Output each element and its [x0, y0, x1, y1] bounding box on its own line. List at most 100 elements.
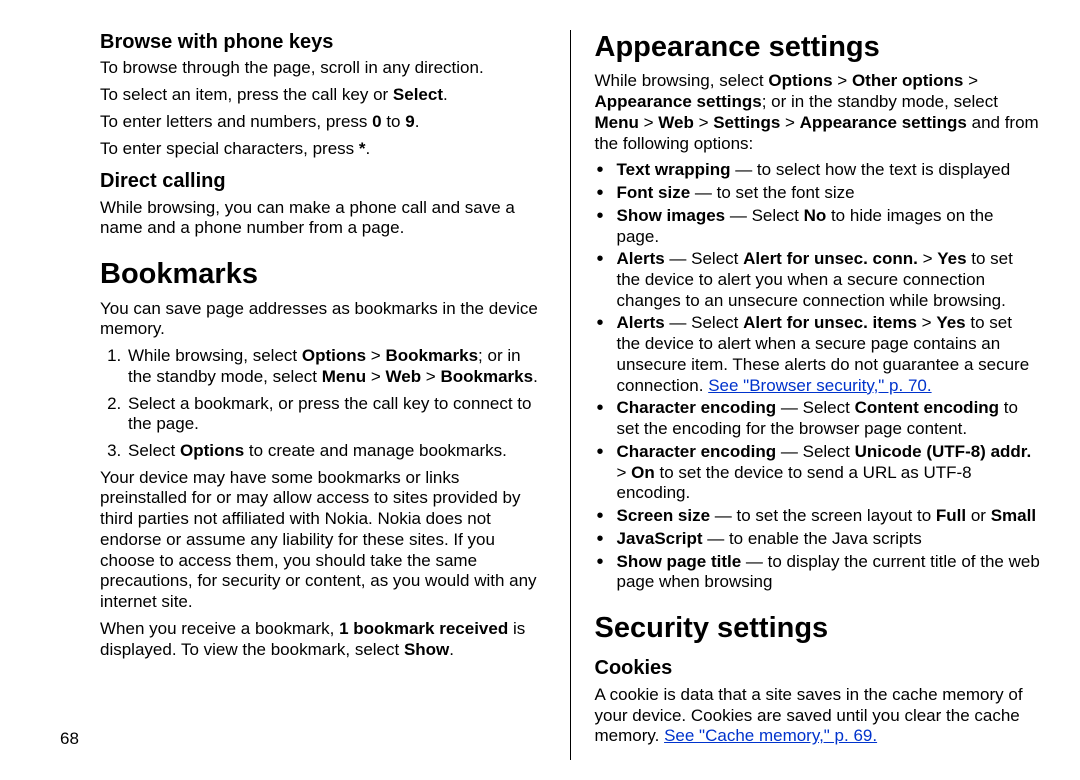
paragraph: To browse through the page, scroll in an…: [100, 58, 546, 79]
bold-text: Character encoding: [617, 398, 777, 417]
text: >: [639, 113, 658, 132]
text: — Select: [776, 442, 854, 461]
text: — to set the screen layout to: [710, 506, 936, 525]
text: — to enable the Java scripts: [703, 529, 922, 548]
bold-text: Options: [302, 346, 366, 365]
bold-text: Web: [386, 367, 422, 386]
paragraph: To enter letters and numbers, press 0 to…: [100, 112, 546, 133]
text: While browsing, select: [128, 346, 302, 365]
bold-text: Text wrapping: [617, 160, 731, 179]
text: To enter special characters, press: [100, 139, 359, 158]
text: — to select how the text is displayed: [730, 160, 1010, 179]
bold-text: Menu: [322, 367, 366, 386]
bold-text: 1 bookmark received: [339, 619, 508, 638]
bold-text: Alert for unsec. items: [743, 313, 917, 332]
paragraph: You can save page addresses as bookmarks…: [100, 299, 546, 340]
bold-text: Menu: [595, 113, 639, 132]
list-item: Show images — Select No to hide images o…: [595, 206, 1041, 247]
bold-text: Alerts: [617, 249, 665, 268]
manual-page: 68 Browse with phone keys To browse thro…: [0, 0, 1080, 780]
bold-text: Font size: [617, 183, 691, 202]
text: .: [415, 112, 420, 131]
bold-text: Show page title: [617, 552, 742, 571]
heading-bookmarks: Bookmarks: [100, 257, 546, 292]
cross-reference-link[interactable]: See "Cache memory," p. 69.: [664, 726, 877, 745]
two-column-layout: Browse with phone keys To browse through…: [100, 30, 1040, 760]
bold-text: Show images: [617, 206, 726, 225]
bullet-list: Text wrapping — to select how the text i…: [595, 160, 1041, 593]
bold-text: Alert for unsec. conn.: [743, 249, 918, 268]
bold-text: Bookmarks: [385, 346, 478, 365]
bold-text: Settings: [713, 113, 780, 132]
text: or: [966, 506, 991, 525]
text: .: [449, 640, 454, 659]
text: — to set the font size: [690, 183, 854, 202]
list-item: Alerts — Select Alert for unsec. items >…: [595, 313, 1041, 396]
bold-text: Small: [991, 506, 1036, 525]
bold-text: Appearance settings: [595, 92, 762, 111]
text: >: [963, 71, 978, 90]
heading-cookies: Cookies: [595, 656, 1041, 680]
paragraph: A cookie is data that a site saves in th…: [595, 685, 1041, 747]
bold-text: Alerts: [617, 313, 665, 332]
bold-text: Show: [404, 640, 449, 659]
list-item: Select Options to create and manage book…: [126, 441, 546, 462]
text: to create and manage bookmarks.: [244, 441, 507, 460]
bold-text: Bookmarks: [440, 367, 533, 386]
text: >: [917, 313, 936, 332]
list-item: Show page title — to display the current…: [595, 552, 1041, 593]
bold-text: Options: [768, 71, 832, 90]
ordered-list: While browsing, select Options > Bookmar…: [100, 346, 546, 462]
list-item: While browsing, select Options > Bookmar…: [126, 346, 546, 387]
bold-text: Select: [393, 85, 443, 104]
bold-text: Options: [180, 441, 244, 460]
text: Select: [128, 441, 180, 460]
heading-appearance-settings: Appearance settings: [595, 30, 1041, 65]
bold-text: JavaScript: [617, 529, 703, 548]
heading-browse-phone-keys: Browse with phone keys: [100, 30, 546, 54]
heading-security-settings: Security settings: [595, 611, 1041, 646]
text: .: [366, 139, 371, 158]
paragraph: To enter special characters, press *.: [100, 139, 546, 160]
text: — Select: [776, 398, 854, 417]
bold-text: On: [631, 463, 655, 482]
text: — Select: [665, 313, 743, 332]
text: >: [366, 346, 385, 365]
paragraph: While browsing, select Options > Other o…: [595, 71, 1041, 154]
list-item: Alerts — Select Alert for unsec. conn. >…: [595, 249, 1041, 311]
bold-text: *: [359, 139, 366, 158]
text: .: [443, 85, 448, 104]
bold-text: 0: [372, 112, 381, 131]
bold-text: Yes: [936, 313, 965, 332]
left-column: Browse with phone keys To browse through…: [100, 30, 570, 760]
bold-text: Other options: [852, 71, 963, 90]
text: When you receive a bookmark,: [100, 619, 339, 638]
list-item: Screen size — to set the screen layout t…: [595, 506, 1041, 527]
text: ; or in the standby mode, select: [762, 92, 998, 111]
text: >: [421, 367, 440, 386]
text: To select an item, press the call key or: [100, 85, 393, 104]
heading-direct-calling: Direct calling: [100, 169, 546, 193]
text: >: [833, 71, 852, 90]
text: While browsing, select: [595, 71, 769, 90]
bold-text: Appearance settings: [800, 113, 967, 132]
list-item: Font size — to set the font size: [595, 183, 1041, 204]
list-item: Select a bookmark, or press the call key…: [126, 394, 546, 435]
text: >: [617, 463, 632, 482]
bold-text: 9: [405, 112, 414, 131]
list-item: Character encoding — Select Unicode (UTF…: [595, 442, 1041, 504]
cross-reference-link[interactable]: See "Browser security," p. 70.: [708, 376, 931, 395]
paragraph: To select an item, press the call key or…: [100, 85, 546, 106]
bold-text: Web: [658, 113, 694, 132]
text: — Select: [665, 249, 743, 268]
list-item: Text wrapping — to select how the text i…: [595, 160, 1041, 181]
paragraph: While browsing, you can make a phone cal…: [100, 198, 546, 239]
bold-text: Character encoding: [617, 442, 777, 461]
paragraph: Your device may have some bookmarks or l…: [100, 468, 546, 613]
list-item: Character encoding — Select Content enco…: [595, 398, 1041, 439]
text: >: [366, 367, 385, 386]
bold-text: Screen size: [617, 506, 711, 525]
text: .: [533, 367, 538, 386]
page-number: 68: [60, 729, 79, 750]
paragraph: When you receive a bookmark, 1 bookmark …: [100, 619, 546, 660]
